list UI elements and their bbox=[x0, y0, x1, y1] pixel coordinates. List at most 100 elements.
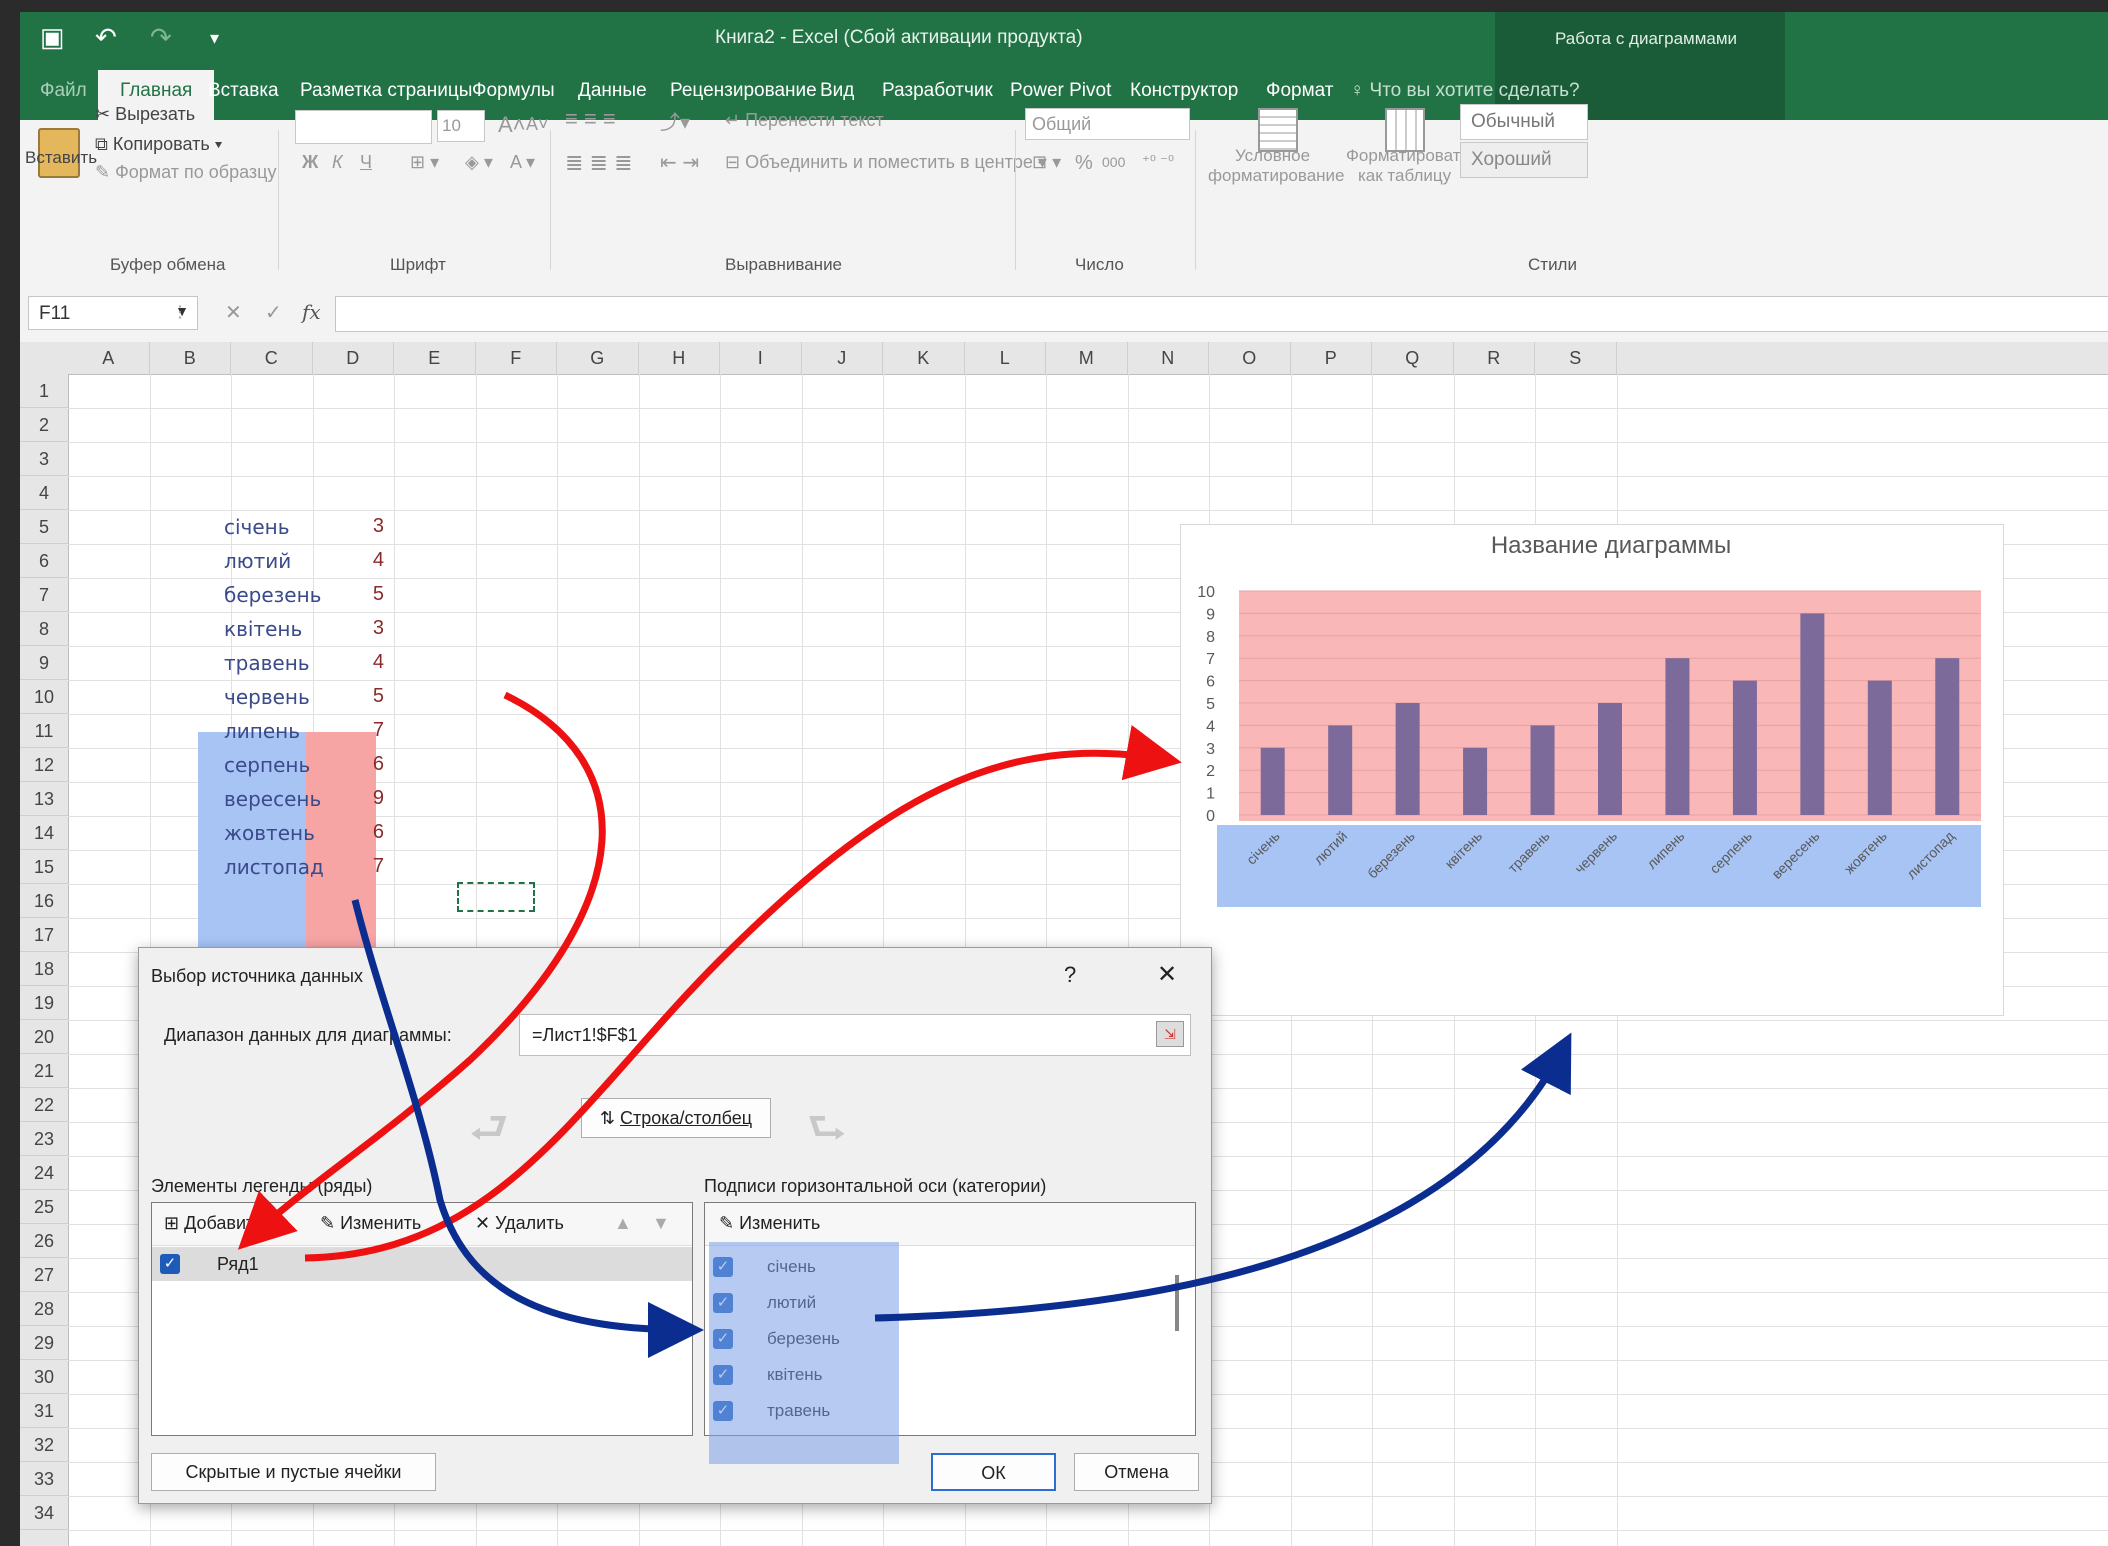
tab-power-pivot[interactable]: Power Pivot bbox=[1010, 80, 1111, 102]
column-header-k[interactable]: K bbox=[883, 342, 965, 374]
edit-axis-button[interactable]: ✎ Изменить bbox=[719, 1213, 820, 1234]
series-row-selected[interactable]: ✓ Ряд1 bbox=[152, 1247, 692, 1281]
row-header-5[interactable]: 5 bbox=[20, 510, 68, 544]
tab-chart-design[interactable]: Конструктор bbox=[1130, 80, 1238, 102]
value-cell[interactable]: 4 bbox=[326, 651, 384, 674]
save-icon[interactable]: ▣ bbox=[40, 22, 65, 53]
cut-button[interactable]: ✂ Вырезать bbox=[95, 104, 195, 125]
column-header-h[interactable]: H bbox=[639, 342, 720, 374]
row-header-33[interactable]: 33 bbox=[20, 1462, 68, 1496]
format-painter-button[interactable]: ✎ Формат по образцу bbox=[95, 162, 277, 183]
confirm-entry-icon[interactable]: ✓ bbox=[265, 300, 282, 325]
align-top-icon[interactable]: ≡ ≡ ≡ bbox=[565, 106, 616, 132]
conditional-format-label[interactable]: Условное bbox=[1235, 146, 1310, 166]
row-header-24[interactable]: 24 bbox=[20, 1156, 68, 1190]
tab-format[interactable]: Формат bbox=[1266, 80, 1334, 102]
column-header-a[interactable]: A bbox=[68, 342, 150, 374]
paste-button[interactable]: Вставить bbox=[25, 148, 97, 168]
row-header-13[interactable]: 13 bbox=[20, 782, 68, 816]
row-header-29[interactable]: 29 bbox=[20, 1326, 68, 1360]
column-header-s[interactable]: S bbox=[1535, 342, 1617, 374]
row-header-23[interactable]: 23 bbox=[20, 1122, 68, 1156]
month-cell[interactable]: серпень bbox=[224, 753, 310, 777]
percent-button[interactable]: % bbox=[1075, 152, 1093, 175]
row-header-32[interactable]: 32 bbox=[20, 1428, 68, 1462]
row-header-25[interactable]: 25 bbox=[20, 1190, 68, 1224]
style-normal[interactable]: Обычный bbox=[1460, 104, 1588, 140]
font-size-box[interactable]: 10 bbox=[437, 110, 485, 142]
number-format-box[interactable]: Общий bbox=[1025, 108, 1190, 140]
column-header-i[interactable]: I bbox=[720, 342, 802, 374]
month-cell[interactable]: січень bbox=[224, 515, 290, 539]
scrollbar-thumb[interactable] bbox=[1175, 1275, 1179, 1331]
undo-icon[interactable]: ↶ bbox=[95, 22, 117, 53]
month-cell[interactable]: травень bbox=[224, 651, 310, 675]
column-header-r[interactable]: R bbox=[1454, 342, 1535, 374]
row-header-8[interactable]: 8 bbox=[20, 612, 68, 646]
column-header-o[interactable]: O bbox=[1209, 342, 1291, 374]
row-header-3[interactable]: 3 bbox=[20, 442, 68, 476]
row-header-9[interactable]: 9 bbox=[20, 646, 68, 680]
shrink-font-icon[interactable]: A˅ bbox=[526, 114, 549, 135]
column-header-l[interactable]: L bbox=[965, 342, 1046, 374]
edit-series-button[interactable]: ✎ Изменить bbox=[320, 1213, 421, 1234]
move-up-icon[interactable]: ▲ bbox=[614, 1213, 632, 1234]
hidden-empty-cells-button[interactable]: Скрытые и пустые ячейки bbox=[151, 1453, 436, 1491]
copy-button[interactable]: ⧉ Копировать ▾ bbox=[95, 134, 222, 155]
help-button[interactable]: ? bbox=[1064, 962, 1076, 988]
column-header-b[interactable]: B bbox=[150, 342, 231, 374]
column-header-n[interactable]: N bbox=[1128, 342, 1209, 374]
row-header-6[interactable]: 6 bbox=[20, 544, 68, 578]
bar-0[interactable] bbox=[1260, 747, 1285, 815]
row-header-2[interactable]: 2 bbox=[20, 408, 68, 442]
font-name-box[interactable] bbox=[295, 110, 432, 144]
function-icon[interactable]: fx bbox=[302, 300, 321, 324]
bold-button[interactable]: Ж bbox=[302, 152, 318, 173]
row-header-18[interactable]: 18 bbox=[20, 952, 68, 986]
close-button[interactable]: ✕ bbox=[1157, 960, 1177, 989]
row-header-31[interactable]: 31 bbox=[20, 1394, 68, 1428]
column-header-m[interactable]: M bbox=[1046, 342, 1128, 374]
bar-1[interactable] bbox=[1328, 725, 1353, 815]
row-header-17[interactable]: 17 bbox=[20, 918, 68, 952]
range-input[interactable]: =Лист1!$F$1 ⇲ bbox=[519, 1014, 1191, 1056]
value-cell[interactable]: 4 bbox=[326, 549, 384, 572]
legend-entries-list[interactable]: ⊞ Добавить ✎ Изменить ✕ Удалить ▲ ▼ ✓ Ря… bbox=[151, 1202, 693, 1436]
row-header-22[interactable]: 22 bbox=[20, 1088, 68, 1122]
bar-8[interactable] bbox=[1800, 613, 1825, 815]
month-cell[interactable]: вересень bbox=[224, 787, 321, 811]
wrap-text-button[interactable]: ↵ Перенести текст bbox=[725, 110, 884, 131]
row-header-1[interactable]: 1 bbox=[20, 374, 68, 408]
bar-10[interactable] bbox=[1935, 658, 1960, 815]
bar-2[interactable] bbox=[1395, 703, 1420, 815]
row-header-28[interactable]: 28 bbox=[20, 1292, 68, 1326]
column-header-f[interactable]: F bbox=[476, 342, 557, 374]
conditional-format-label2[interactable]: форматирование bbox=[1208, 166, 1345, 186]
format-as-table-label[interactable]: Форматировать bbox=[1346, 146, 1469, 166]
cancel-entry-icon[interactable]: ✕ bbox=[225, 300, 242, 325]
row-header-30[interactable]: 30 bbox=[20, 1360, 68, 1394]
move-down-icon[interactable]: ▼ bbox=[652, 1213, 670, 1234]
decimal-icons[interactable]: ⁺⁰ ⁻⁰ bbox=[1142, 152, 1174, 170]
align-left-icon[interactable]: ≣ ≣ ≣ bbox=[565, 150, 633, 176]
copy-selection-f11[interactable] bbox=[457, 882, 535, 912]
row-header-16[interactable]: 16 bbox=[20, 884, 68, 918]
orientation-icon[interactable]: ⤴▾ bbox=[660, 106, 690, 135]
month-cell[interactable]: квітень bbox=[224, 617, 302, 641]
row-header-15[interactable]: 15 bbox=[20, 850, 68, 884]
value-cell[interactable]: 9 bbox=[326, 787, 384, 810]
style-good[interactable]: Хороший bbox=[1460, 142, 1588, 178]
value-cell[interactable]: 3 bbox=[326, 617, 384, 640]
formula-input[interactable] bbox=[335, 296, 2108, 332]
cancel-button[interactable]: Отмена bbox=[1074, 1453, 1199, 1491]
bar-4[interactable] bbox=[1530, 725, 1555, 815]
row-header-26[interactable]: 26 bbox=[20, 1224, 68, 1258]
borders-icon[interactable]: ⊞ ▾ bbox=[410, 152, 439, 173]
tell-me-box[interactable]: ♀ Что вы хотите сделать? bbox=[1350, 80, 1580, 102]
row-header-10[interactable]: 10 bbox=[20, 680, 68, 714]
month-cell[interactable]: липень bbox=[224, 719, 300, 743]
row-header-4[interactable]: 4 bbox=[20, 476, 68, 510]
collapse-dialog-icon[interactable]: ⇲ bbox=[1156, 1021, 1184, 1047]
column-header-c[interactable]: C bbox=[231, 342, 313, 374]
tab-review[interactable]: Рецензирование bbox=[670, 80, 817, 102]
